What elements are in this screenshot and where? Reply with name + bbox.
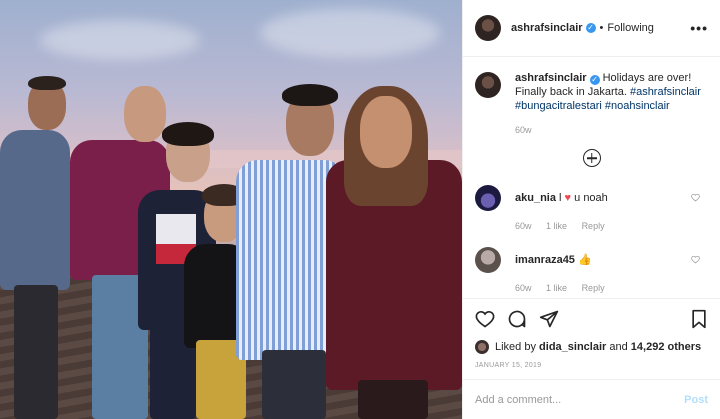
comment-likes[interactable]: 1 like: [546, 221, 567, 231]
avatar[interactable]: [475, 72, 501, 98]
avatar[interactable]: [475, 247, 501, 273]
add-comment-bar: Post: [463, 379, 720, 419]
comment-likes[interactable]: 1 like: [546, 283, 567, 293]
caption: ashrafsinclair ✓ Holidays are over! Final…: [475, 71, 708, 113]
like-comment-icon[interactable]: [691, 193, 700, 202]
hashtag-link[interactable]: #noahsinclair: [605, 100, 670, 112]
likes-summary: Liked by dida_sinclair and 14,292 others: [463, 338, 720, 356]
post-header: ashrafsinclair ✓ • Following •••: [463, 0, 720, 57]
comment-icon[interactable]: [507, 309, 527, 329]
hashtag-link[interactable]: #bungacitralestari: [515, 100, 602, 112]
comment-username[interactable]: aku_nia: [515, 192, 556, 204]
comment-time: 60w: [515, 283, 532, 293]
comment-meta: 60w 1 like Reply: [515, 283, 708, 293]
header-username[interactable]: ashrafsinclair: [511, 22, 583, 34]
caption-text-block: ashrafsinclair ✓ Holidays are over! Final…: [515, 71, 708, 113]
comment-meta: 60w 1 like Reply: [515, 221, 708, 231]
like-comment-icon[interactable]: [691, 255, 700, 264]
caption-time: 60w: [515, 125, 532, 135]
reply-button[interactable]: Reply: [582, 221, 605, 231]
likes-prefix: Liked by: [495, 341, 536, 353]
comment-item: imanraza45 👍: [475, 247, 708, 273]
avatar[interactable]: [475, 185, 501, 211]
verified-badge-icon: ✓: [585, 23, 596, 33]
post-sidebar: ashrafsinclair ✓ • Following ••• ashrafs…: [462, 0, 720, 419]
comment-text: l: [559, 192, 562, 204]
comment-input[interactable]: [475, 393, 685, 406]
avatar[interactable]: [475, 15, 501, 41]
photo-cloud: [40, 20, 200, 60]
thumbs-up-emoji-icon: 👍: [578, 254, 592, 266]
bookmark-icon[interactable]: [690, 309, 708, 329]
more-options-icon[interactable]: •••: [690, 20, 708, 36]
action-bar: [463, 298, 720, 338]
comment-text-block: imanraza45 👍: [515, 253, 592, 267]
verified-badge-icon: ✓: [589, 75, 600, 85]
post-date: JANUARY 15, 2019: [475, 362, 542, 369]
caption-username[interactable]: ashrafsinclair: [515, 72, 587, 84]
comment-text-block: aku_nia l ♥ u noah: [515, 191, 608, 205]
load-more-comments-icon[interactable]: [582, 149, 601, 167]
comment-username[interactable]: imanraza45: [515, 254, 575, 266]
comment-time: 60w: [515, 221, 532, 231]
heart-emoji-icon: ♥: [564, 192, 572, 204]
share-icon[interactable]: [539, 309, 559, 329]
comment-item: aku_nia l ♥ u noah: [475, 185, 708, 211]
reply-button[interactable]: Reply: [582, 283, 605, 293]
photo-cloud: [260, 8, 440, 58]
liked-by-username[interactable]: dida_sinclair: [539, 341, 606, 353]
comment-text: u noah: [574, 192, 608, 204]
post-button[interactable]: Post: [684, 394, 708, 406]
likes-joiner: and: [609, 341, 628, 353]
like-icon[interactable]: [475, 309, 495, 329]
following-button[interactable]: Following: [607, 22, 653, 34]
likes-count[interactable]: 14,292 others: [631, 341, 701, 353]
post-photo[interactable]: [0, 0, 462, 419]
hashtag-link[interactable]: #ashrafsinclair: [630, 86, 701, 98]
avatar[interactable]: [475, 340, 489, 354]
header-separator: •: [599, 22, 604, 34]
comments-section: ashrafsinclair ✓ Holidays are over! Final…: [463, 57, 720, 298]
